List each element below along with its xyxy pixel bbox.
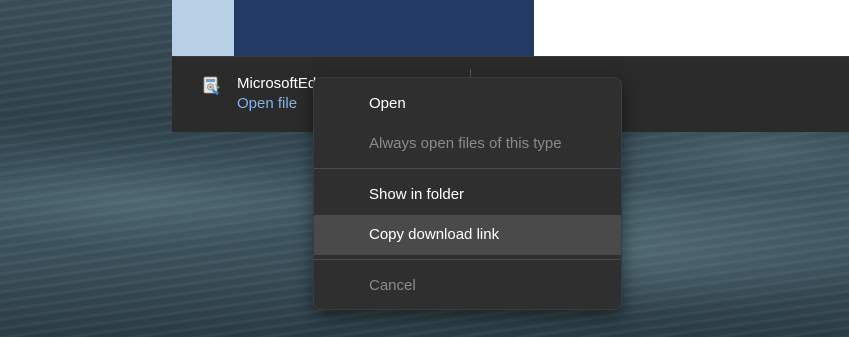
menu-separator [314, 259, 621, 260]
menu-item-copy-download-link[interactable]: Copy download link [314, 215, 621, 255]
menu-separator [314, 168, 621, 169]
browser-page-content [172, 0, 849, 56]
download-file-name: MicrosoftEd [237, 75, 317, 92]
page-header-block [234, 0, 534, 56]
menu-item-cancel[interactable]: Cancel [314, 266, 621, 306]
page-sidebar-strip [172, 0, 234, 56]
menu-item-show-in-folder[interactable]: Show in folder [314, 175, 621, 215]
installer-package-icon [201, 75, 223, 97]
menu-item-always-open[interactable]: Always open files of this type [314, 124, 621, 164]
open-file-link[interactable]: Open file [237, 95, 297, 112]
page-body-area [534, 0, 849, 56]
menu-item-open[interactable]: Open [314, 84, 621, 124]
download-context-menu: Open Always open files of this type Show… [313, 77, 622, 310]
